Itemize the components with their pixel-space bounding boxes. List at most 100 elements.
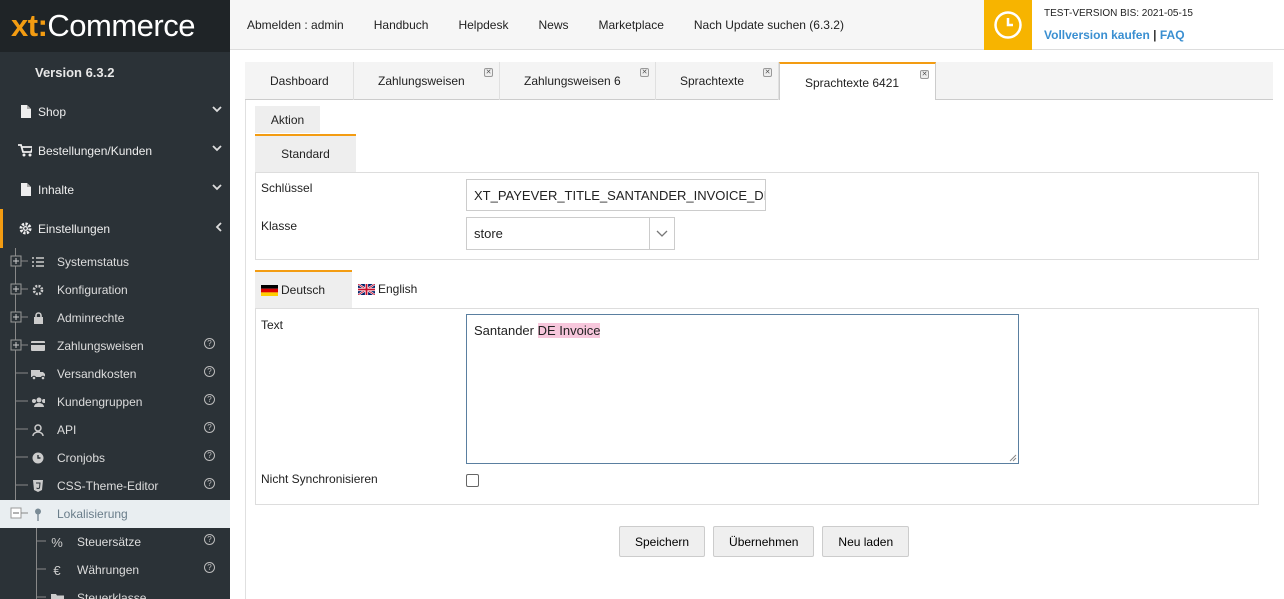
logo-commerce: Commerce bbox=[47, 8, 195, 43]
sidebar-item-label: API bbox=[57, 423, 77, 437]
sidebar-item-api[interactable]: API ? bbox=[0, 416, 230, 444]
help-icon[interactable]: ? bbox=[204, 450, 215, 461]
help-icon[interactable]: ? bbox=[204, 478, 215, 489]
nosync-label: Nicht Synchronisieren bbox=[261, 472, 378, 486]
apply-button[interactable]: Übernehmen bbox=[713, 526, 815, 557]
logo-colon: : bbox=[37, 8, 48, 43]
folder-icon bbox=[50, 591, 64, 599]
tab-sprachtexte[interactable]: Sprachtexte ✕ bbox=[656, 62, 779, 100]
nav-content[interactable]: Inhalte bbox=[0, 170, 230, 209]
sidebar-item-lokalisierung[interactable]: Lokalisierung bbox=[0, 500, 230, 528]
translation-fields: Text Santander DE Invoice Nicht Synchron… bbox=[255, 308, 1259, 505]
standard-tab[interactable]: Standard bbox=[255, 134, 356, 172]
key-label: Schlüssel bbox=[261, 181, 313, 195]
sidebar-item-label: Adminrechte bbox=[57, 311, 125, 325]
help-icon[interactable]: ? bbox=[204, 394, 215, 405]
chevron-down-icon[interactable] bbox=[649, 217, 675, 250]
sidebar-item-zahlungsweisen[interactable]: Zahlungsweisen ? bbox=[0, 332, 230, 360]
manual-link[interactable]: Handbuch bbox=[359, 18, 444, 32]
file-icon bbox=[18, 105, 32, 119]
language-tabs: Deutsch English bbox=[255, 270, 423, 308]
tab-sprachtexte-6421[interactable]: Sprachtexte 6421 ✕ bbox=[779, 62, 936, 101]
class-label: Klasse bbox=[261, 219, 298, 233]
action-tab[interactable]: Aktion bbox=[255, 106, 320, 133]
tree-branch bbox=[15, 456, 28, 458]
sidebar-item-css-theme-editor[interactable]: CSS-Theme-Editor ? bbox=[0, 472, 230, 500]
tab-zahlungsweisen-6[interactable]: Zahlungsweisen 6 ✕ bbox=[500, 62, 656, 100]
nav-settings[interactable]: Einstellungen bbox=[0, 209, 230, 248]
nosync-checkbox[interactable] bbox=[466, 474, 479, 487]
tab-zahlungsweisen[interactable]: Zahlungsweisen ✕ bbox=[354, 62, 500, 100]
close-icon[interactable]: ✕ bbox=[920, 70, 929, 79]
sidebar-item-adminrechte[interactable]: Adminrechte bbox=[0, 304, 230, 332]
tab-label: Zahlungsweisen 6 bbox=[524, 74, 621, 88]
flag-de-icon bbox=[261, 284, 278, 296]
api-icon bbox=[31, 423, 45, 437]
nav-orders-customers[interactable]: Bestellungen/Kunden bbox=[0, 131, 230, 170]
sidebar-item-konfiguration[interactable]: Konfiguration bbox=[0, 276, 230, 304]
tree-branch bbox=[15, 400, 28, 402]
pin-icon bbox=[31, 507, 45, 521]
tree-branch bbox=[15, 428, 28, 430]
sidebar-item-versandkosten[interactable]: Versandkosten ? bbox=[0, 360, 230, 388]
text-label: Text bbox=[261, 318, 284, 332]
tab-label: Deutsch bbox=[281, 283, 326, 297]
check-update-link[interactable]: Nach Update suchen (6.3.2) bbox=[679, 18, 859, 32]
help-icon[interactable]: ? bbox=[204, 366, 215, 377]
reload-button[interactable]: Neu laden bbox=[822, 526, 910, 557]
helpdesk-link[interactable]: Helpdesk bbox=[443, 18, 523, 32]
help-icon[interactable]: ? bbox=[204, 562, 215, 573]
tree-branch bbox=[15, 484, 28, 486]
save-button[interactable]: Speichern bbox=[619, 526, 706, 557]
tab-english[interactable]: English bbox=[352, 270, 423, 308]
tree-collapse-icon[interactable] bbox=[10, 500, 28, 528]
gear-icon bbox=[31, 283, 45, 297]
help-icon[interactable]: ? bbox=[204, 422, 215, 433]
sidebar-item-steuersaetze[interactable]: % Steuersätze ? bbox=[0, 528, 230, 556]
sidebar-item-label: Versandkosten bbox=[57, 367, 137, 381]
tab-label: Dashboard bbox=[270, 74, 329, 88]
tree-expand-icon[interactable] bbox=[10, 332, 28, 360]
tab-label: English bbox=[378, 282, 418, 296]
close-icon[interactable]: ✕ bbox=[484, 68, 493, 77]
help-icon[interactable]: ? bbox=[204, 534, 215, 545]
version-label: Version 6.3.2 bbox=[35, 64, 115, 80]
list-icon bbox=[31, 255, 45, 269]
close-icon[interactable]: ✕ bbox=[763, 68, 772, 77]
file-icon bbox=[18, 183, 32, 197]
sidebar-item-systemstatus[interactable]: Systemstatus bbox=[0, 248, 230, 276]
resize-handle-icon[interactable] bbox=[1008, 453, 1017, 462]
tab-deutsch[interactable]: Deutsch bbox=[255, 270, 352, 308]
close-icon[interactable]: ✕ bbox=[640, 68, 649, 77]
sidebar-item-cronjobs[interactable]: Cronjobs ? bbox=[0, 444, 230, 472]
tree-expand-icon[interactable] bbox=[10, 276, 28, 304]
sidebar-item-kundengruppen[interactable]: Kundengruppen ? bbox=[0, 388, 230, 416]
logout-link[interactable]: Abmelden : admin bbox=[230, 18, 359, 32]
gear-icon bbox=[18, 222, 32, 236]
help-icon[interactable]: ? bbox=[204, 338, 215, 349]
faq-link[interactable]: FAQ bbox=[1160, 28, 1185, 42]
tree-expand-icon[interactable] bbox=[10, 248, 28, 276]
card-icon bbox=[31, 339, 45, 353]
buy-full-version-link[interactable]: Vollversion kaufen bbox=[1044, 28, 1150, 42]
sidebar-item-waehrungen[interactable]: € Währungen ? bbox=[0, 556, 230, 584]
class-select[interactable]: store bbox=[466, 217, 650, 250]
css-icon bbox=[31, 479, 45, 493]
test-version-text: TEST-VERSION BIS: 2021-05-15 bbox=[1044, 8, 1193, 19]
sidebar-item-label: Cronjobs bbox=[57, 451, 106, 465]
logo[interactable]: xt: Commerce bbox=[0, 0, 230, 52]
tree-branch bbox=[15, 372, 28, 374]
text-highlight: DE Invoice bbox=[537, 323, 601, 338]
news-link[interactable]: News bbox=[523, 18, 583, 32]
text-value: Santander bbox=[474, 323, 538, 338]
sidebar-item-label: Währungen bbox=[77, 563, 140, 577]
tree-expand-icon[interactable] bbox=[10, 304, 28, 332]
key-input[interactable]: XT_PAYEVER_TITLE_SANTANDER_INVOICE_DE bbox=[466, 179, 766, 211]
test-version-info: TEST-VERSION BIS: 2021-05-15 Vollversion… bbox=[1032, 0, 1284, 50]
tab-dashboard[interactable]: Dashboard bbox=[245, 62, 354, 100]
sidebar-item-label: Konfiguration bbox=[57, 283, 128, 297]
nav-shop[interactable]: Shop bbox=[0, 92, 230, 131]
sidebar-item-steuerklasse[interactable]: Steuerklasse bbox=[0, 584, 230, 599]
marketplace-link[interactable]: Marketplace bbox=[584, 18, 679, 32]
text-textarea[interactable]: Santander DE Invoice bbox=[466, 314, 1019, 464]
